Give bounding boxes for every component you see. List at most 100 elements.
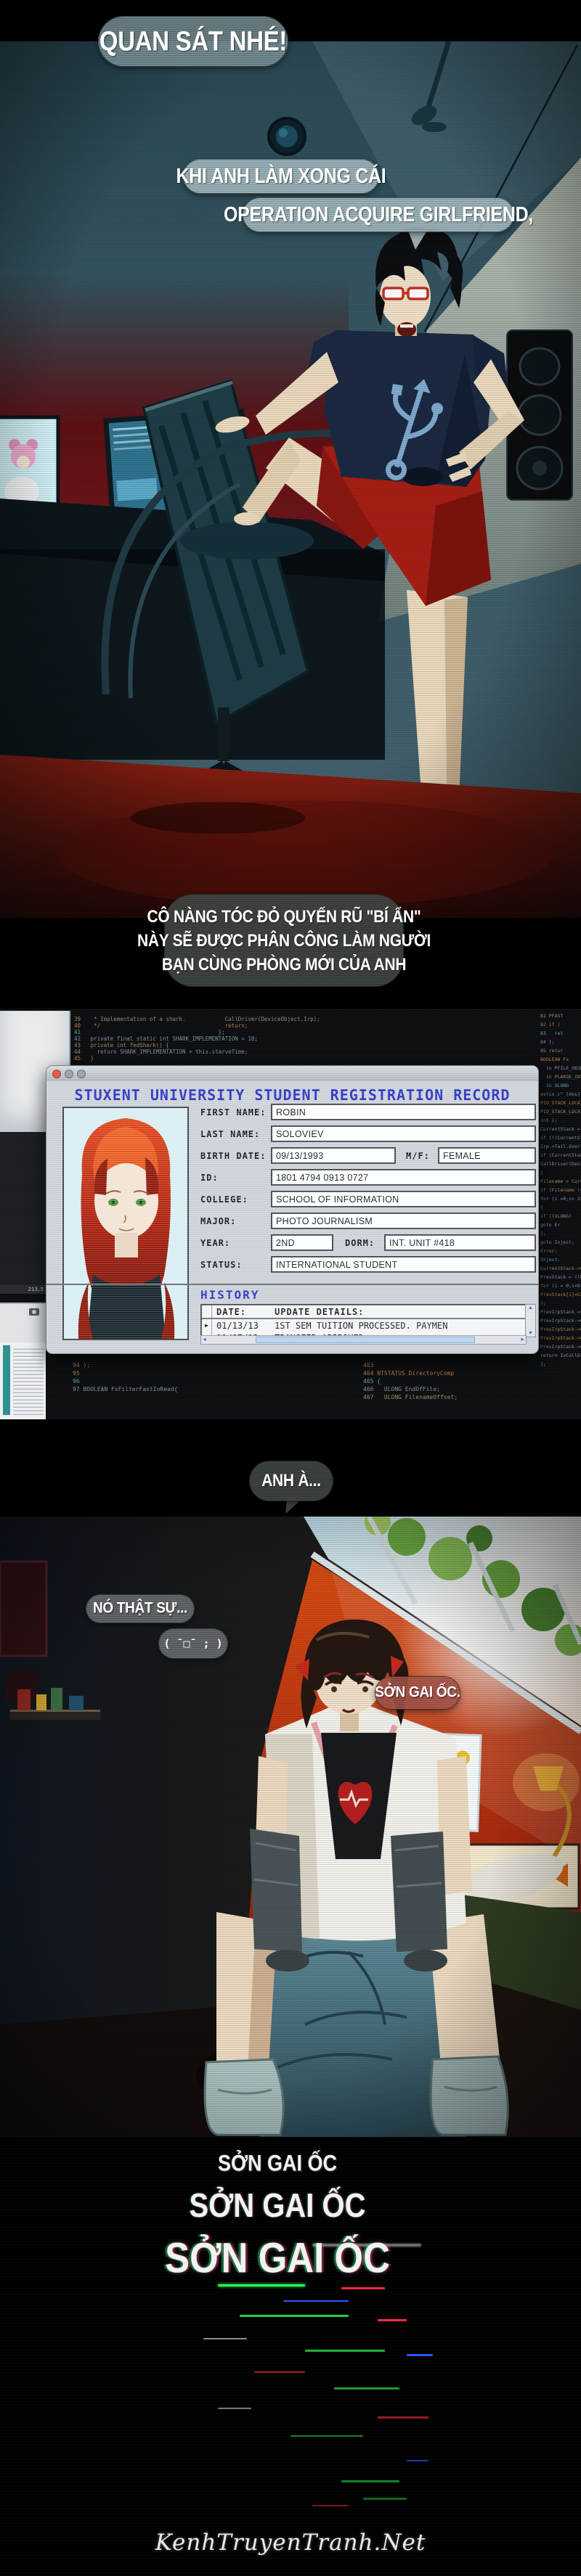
speech-bubble-operation: OPERATION ACQUIRE GIRLFRIEND, <box>243 197 514 232</box>
ide-code-right: 81 PFAST82 if (83 ret84 };85 returBOOLEA… <box>540 1012 581 1416</box>
glitch-streak <box>218 2408 251 2409</box>
glitch-streak <box>407 2354 433 2356</box>
status-input[interactable]: INTERNATIONAL STUDENT <box>271 1256 536 1273</box>
camera-icon <box>29 1308 39 1316</box>
window-close-icon[interactable] <box>52 1070 61 1078</box>
ide-code-top: 39 * Implementation of a shark. CallDriv… <box>74 1016 536 1062</box>
form-row: BIRTH DATE: 09/13/1993 M/F: FEMALE <box>200 1147 536 1164</box>
glitch-streak <box>240 2315 349 2317</box>
history-heading: HISTORY <box>200 1288 259 1302</box>
firstname-input[interactable]: ROBIN <box>271 1104 536 1120</box>
window-title: STUXENT UNIVERSITY STUDENT REGISTRATION … <box>46 1086 538 1104</box>
file-browser-window <box>0 1303 46 1344</box>
hex-highlight-column <box>3 1345 10 1415</box>
ide-code-bottom-right: 463464 NTSTATUS DirectoryComp465 {466 UL… <box>363 1361 537 1416</box>
birthdate-input[interactable]: 09/13/1993 <box>271 1147 396 1164</box>
year-input[interactable]: 2ND <box>271 1234 333 1251</box>
editor-pane: 213,5 <box>0 1132 46 1294</box>
glitch-streak <box>341 2480 399 2482</box>
editor-status-bar: 213,5 <box>0 1285 46 1294</box>
glitch-streak <box>283 2300 349 2302</box>
speech-text: NÓ THẬT SỰ... <box>93 1599 187 1617</box>
speech-bubble-no-that-su: NÓ THẬT SỰ... <box>86 1594 195 1623</box>
echo-text-1: SỞN GAI ỐC <box>0 2151 568 2177</box>
registration-window: STUXENT UNIVERSITY STUDENT REGISTRATION … <box>46 1065 539 1354</box>
hex-text-lines <box>13 1347 44 1415</box>
scroll-left-icon[interactable]: ◄ <box>201 1337 208 1343</box>
speech-text: QUAN SÁT NHÉ! <box>99 25 287 57</box>
watermark: KenhTruyenTranh.Net <box>0 2530 581 2556</box>
scrollbar-thumb[interactable] <box>256 1337 475 1343</box>
narration-line: CÔ NÀNG TÓC ĐỎ QUYẾN RŨ "BÍ ẨN" <box>147 903 421 930</box>
field-label: BIRTH DATE: <box>200 1151 271 1161</box>
history-header-row: DATE: UPDATE DETAILS: <box>202 1305 535 1319</box>
history-col-date: DATE: <box>212 1307 275 1317</box>
vertical-scrollbar[interactable]: ▲ ▼ <box>525 1304 536 1337</box>
window-titlebar[interactable] <box>46 1066 538 1081</box>
divider <box>46 1284 538 1285</box>
id-input[interactable]: 1801 4794 0913 0727 <box>271 1169 536 1186</box>
college-input[interactable]: SCHOOL OF INFORMATION <box>271 1191 536 1207</box>
narration-line: BẠN CÙNG PHÒNG MỚI CỦA ANH <box>162 951 406 978</box>
scroll-right-icon[interactable]: ► <box>519 1337 526 1343</box>
field-label: M/F: <box>406 1151 438 1161</box>
registration-form: FIRST NAME: ROBIN LAST NAME: SOLOVIEV BI… <box>200 1104 536 1278</box>
history-table: DATE: UPDATE DETAILS: ▶ 01/13/13 1ST SEM… <box>200 1304 536 1345</box>
glitch-streak <box>378 2319 407 2321</box>
speech-text: ANH À... <box>261 1471 321 1490</box>
speech-text: KHI ANH LÀM XONG CÁI <box>176 164 386 188</box>
ide-code-bottom-left: 94 );959697 BOOLEAN FsFilterFastIoRead{ <box>73 1361 349 1416</box>
dorm-input[interactable]: INT. UNIT #418 <box>384 1234 536 1251</box>
speech-text: SỞN GAI ỐC. <box>375 1683 460 1702</box>
glitch-streak <box>305 2350 385 2352</box>
field-label: STATUS: <box>200 1260 271 1270</box>
glitch-streak <box>363 2498 407 2500</box>
scroll-down-icon[interactable]: ▼ <box>527 1330 534 1337</box>
form-row: STATUS: INTERNATIONAL STUDENT <box>200 1256 536 1273</box>
field-label: ID: <box>200 1173 271 1183</box>
emoticon-text: ( ¯□¯ ; ) <box>163 1637 222 1650</box>
narration-line: NÀY SẼ ĐƯỢC PHÂN CÔNG LÀM NGƯỜI <box>137 927 431 954</box>
speech-bubble-anh-a: ANH À... <box>249 1461 333 1501</box>
glitch-streak <box>203 2338 247 2339</box>
echo-text-2: SỞN GAI ỐC <box>0 2188 568 2226</box>
field-label: FIRST NAME: <box>200 1107 271 1117</box>
hex-listing-window <box>0 1342 46 1419</box>
major-input[interactable]: PHOTO JOURNALISM <box>271 1213 536 1229</box>
field-label: YEAR: <box>200 1238 271 1248</box>
history-row[interactable]: ▶ 01/13/13 1ST SEM TUITION PROCESSED. PA… <box>202 1319 535 1332</box>
comic-page: QUAN SÁT NHÉ! KHI ANH LÀM XONG CÁI OPERA… <box>0 0 581 2576</box>
glitch-streak <box>290 2435 363 2437</box>
speech-bubble-when: KHI ANH LÀM XONG CÁI <box>183 159 379 194</box>
field-label: LAST NAME: <box>200 1129 271 1139</box>
glitch-streak <box>334 2387 399 2390</box>
narration-bubble-redhead: CÔ NÀNG TÓC ĐỎ QUYẾN RŨ "BÍ ẨN" NÀY SẼ Đ… <box>164 894 404 987</box>
scroll-up-icon[interactable]: ▲ <box>527 1305 534 1311</box>
form-row: LAST NAME: SOLOVIEV <box>200 1125 536 1142</box>
student-photo <box>62 1107 189 1340</box>
window-zoom-icon[interactable] <box>77 1070 86 1078</box>
speech-bubble-observe: QUAN SÁT NHÉ! <box>98 16 288 67</box>
form-row: COLLEGE: SCHOOL OF INFORMATION <box>200 1191 536 1207</box>
field-label: DORM: <box>345 1238 384 1248</box>
speech-bubble-emoticon: ( ¯□¯ ; ) <box>158 1628 228 1659</box>
window-minimize-icon[interactable] <box>65 1070 73 1078</box>
glitch-streak <box>378 2416 428 2419</box>
glitch-streak <box>254 2371 305 2373</box>
glitch-streak <box>218 2284 305 2286</box>
glitch-streak <box>341 2287 385 2289</box>
speech-text: OPERATION ACQUIRE GIRLFRIEND, <box>224 202 533 226</box>
horizontal-scrollbar[interactable]: ◄ ► <box>200 1335 527 1345</box>
form-row: FIRST NAME: ROBIN <box>200 1104 536 1120</box>
speech-bubble-son-gai-oc: SỞN GAI ỐC. <box>375 1676 460 1710</box>
panel-computer-screen: 39 * Implementation of a shark. CallDriv… <box>0 1009 581 1419</box>
form-row: ID: 1801 4794 0913 0727 <box>200 1169 536 1186</box>
echo-text-3: SỞN GAI ỐC <box>0 2234 568 2283</box>
history-col-details: UPDATE DETAILS: <box>275 1307 535 1317</box>
redhead-portrait <box>64 1108 187 1339</box>
form-row: MAJOR: PHOTO JOURNALISM <box>200 1213 536 1229</box>
lastname-input[interactable]: SOLOVIEV <box>271 1125 536 1142</box>
bubble-tail <box>408 231 427 250</box>
glitch-streak <box>407 2460 428 2461</box>
sex-input[interactable]: FEMALE <box>438 1147 536 1164</box>
